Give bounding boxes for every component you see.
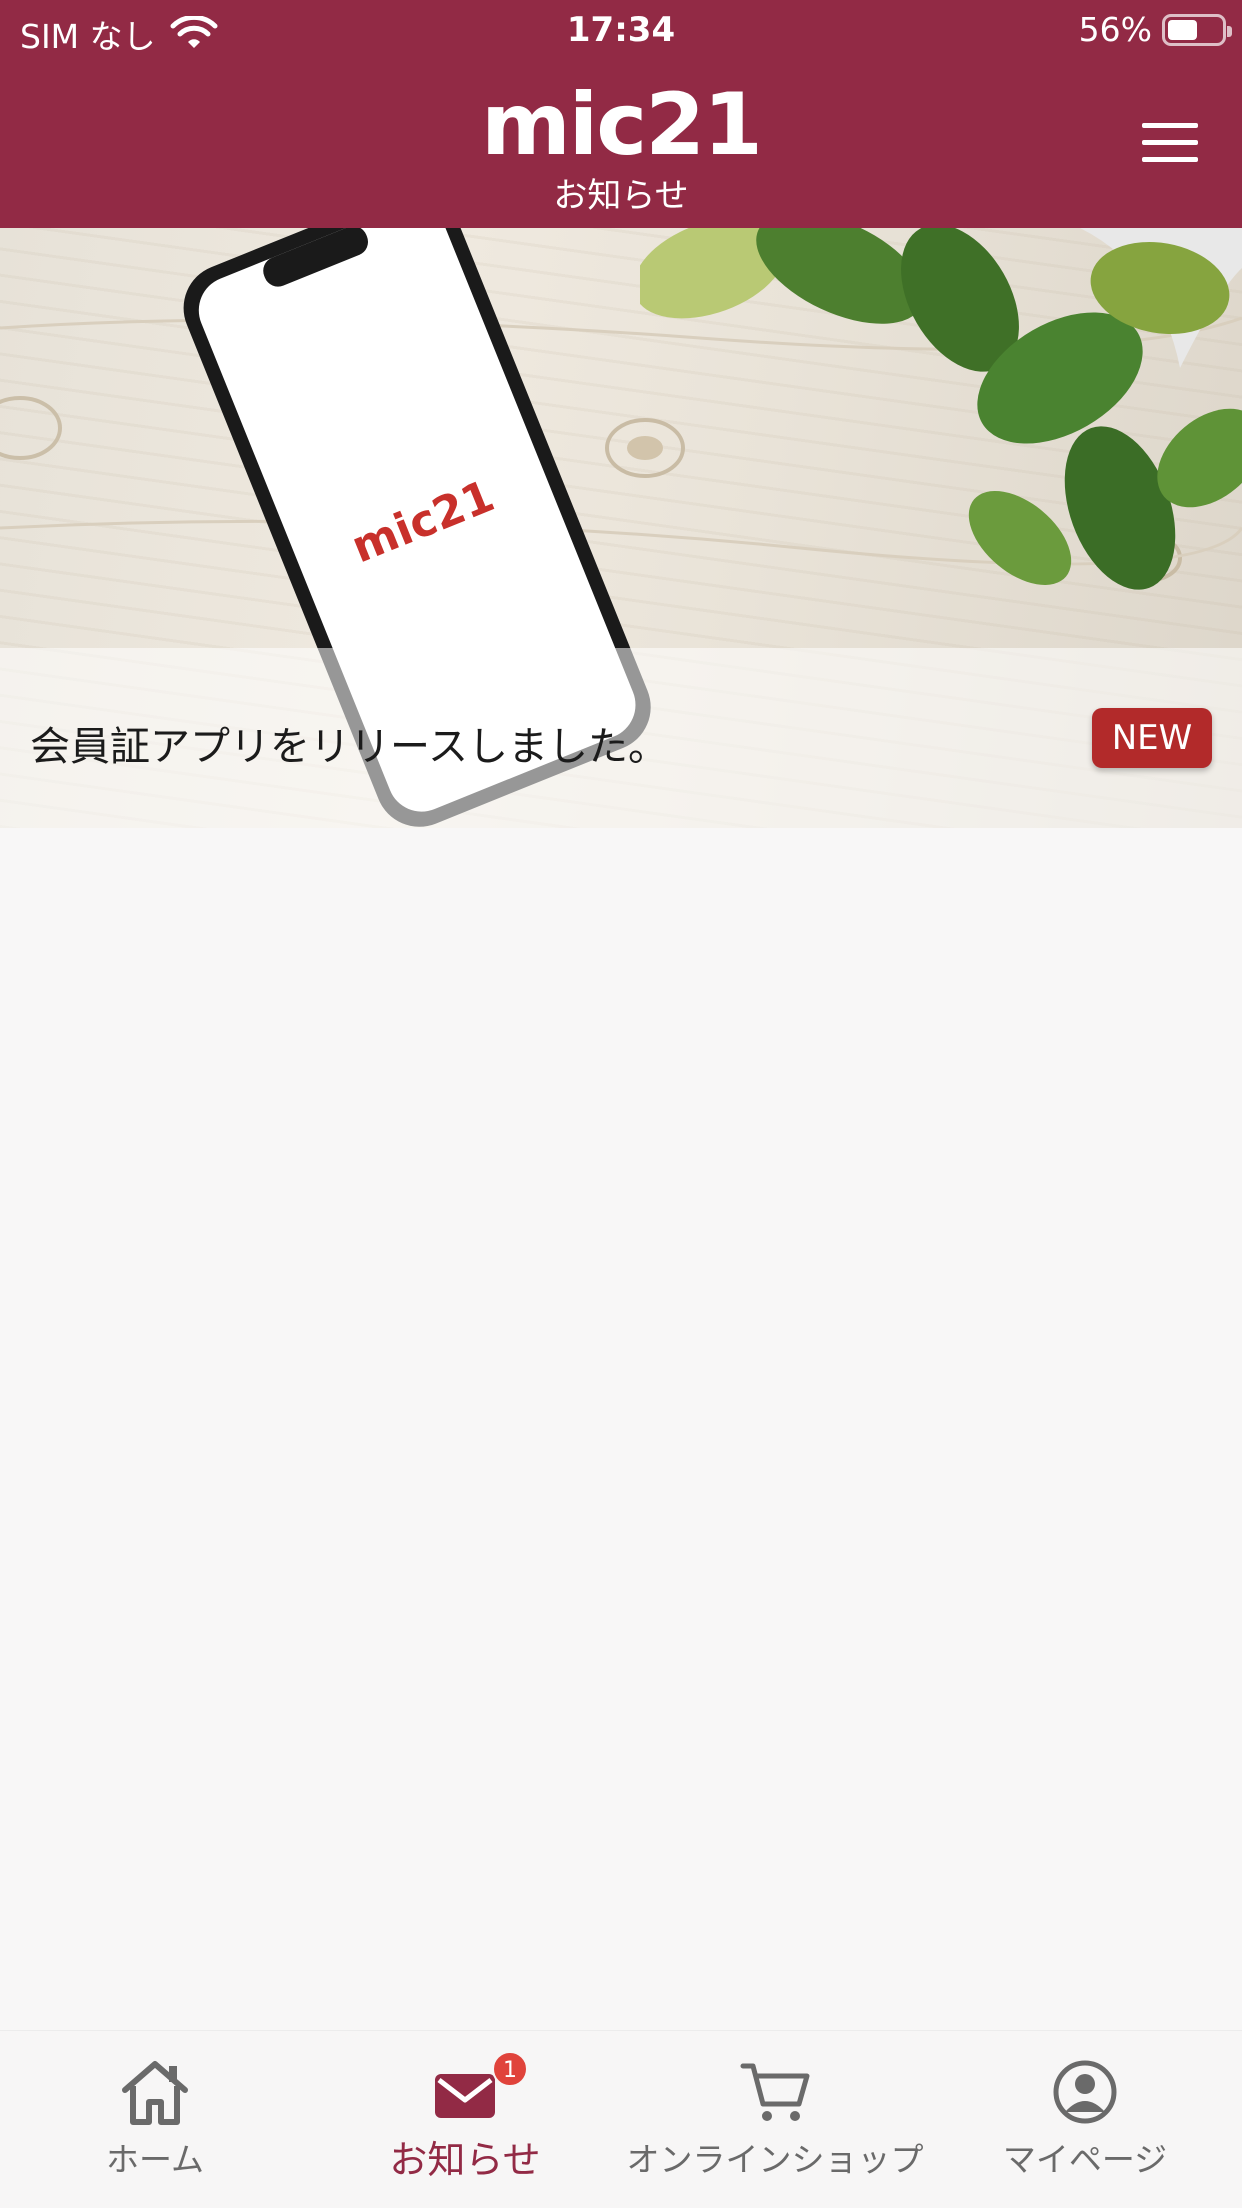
status-bar: SIM なし 17:34 56%	[0, 0, 1242, 64]
hamburger-menu-icon[interactable]	[1142, 123, 1198, 163]
tab-label: お知らせ	[389, 2138, 541, 2182]
page-title: お知らせ	[553, 176, 689, 216]
cart-icon	[740, 2063, 810, 2121]
battery-icon	[1162, 13, 1232, 46]
plant-image	[640, 228, 1242, 590]
tab-label: オンラインショップ	[626, 2140, 924, 2179]
user-icon	[1053, 2060, 1117, 2124]
tab-home[interactable]: ホーム	[0, 2031, 310, 2208]
status-time: 17:34	[566, 10, 676, 50]
status-right: 56%	[1078, 10, 1232, 49]
home-icon	[122, 2061, 188, 2125]
app-logo: mic21	[481, 75, 763, 175]
tab-news[interactable]: 1 お知らせ	[310, 2031, 620, 2208]
tab-label: マイページ	[1002, 2140, 1168, 2179]
tab-mypage[interactable]: マイページ	[930, 2031, 1240, 2208]
unread-count-badge: 1	[492, 2051, 528, 2087]
notice-card[interactable]: mic21 会員証アプリをリリースしました。 NEW	[0, 228, 1242, 828]
notice-title: 会員証アプリをリリースしました。	[30, 724, 668, 770]
tab-label: ホーム	[105, 2140, 204, 2179]
battery-percent: 56%	[1078, 10, 1152, 49]
screen: SIM なし 17:34 56% mic21 お知らせ mic21 会員証アプリ…	[0, 0, 1242, 2208]
tab-bar: ホーム 1 お知らせ オンラインショップ マイページ	[0, 2030, 1242, 2208]
new-badge: NEW	[1092, 708, 1212, 768]
app-header: SIM なし 17:34 56% mic21 お知らせ	[0, 0, 1242, 228]
tab-online-shop[interactable]: オンラインショップ	[620, 2031, 930, 2208]
